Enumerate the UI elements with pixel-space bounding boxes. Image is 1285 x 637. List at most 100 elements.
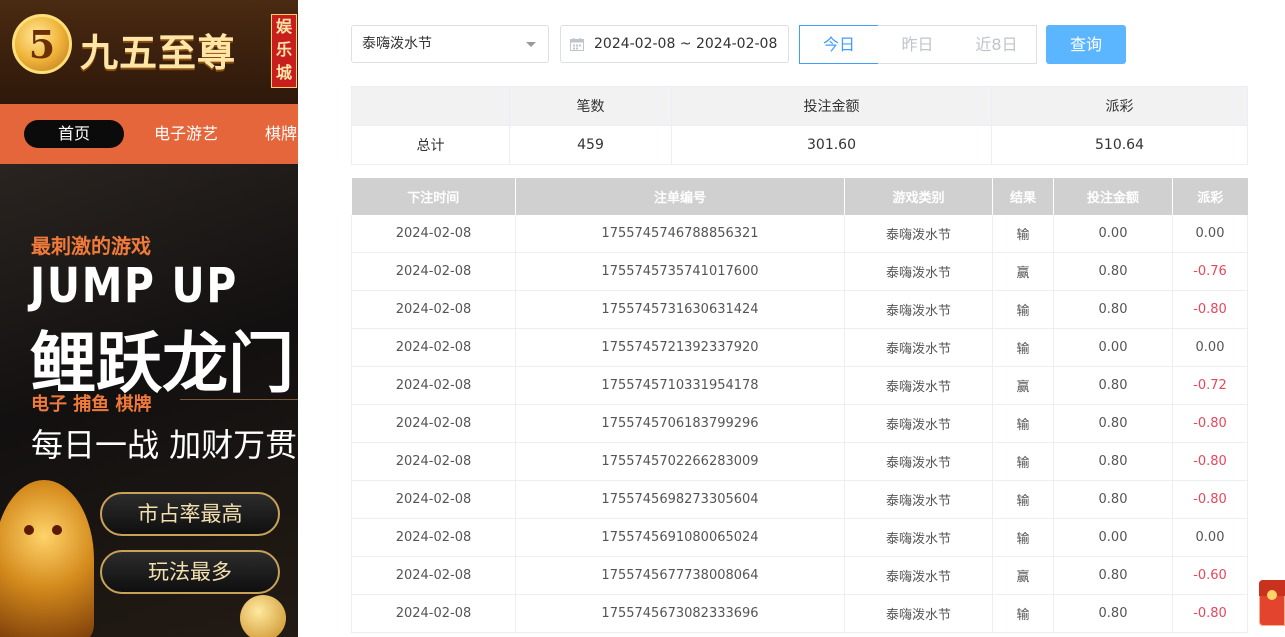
cell-bet-amount: 0.80 xyxy=(1053,480,1173,519)
cell-result: 赢 xyxy=(992,252,1054,291)
last-8-days-button[interactable]: 近8日 xyxy=(957,25,1037,64)
table-row: 2024-02-08 1755745673082333696 泰嗨泼水节输 0.80-… xyxy=(351,594,1248,633)
cell-order-id: 1755745731630631424 xyxy=(515,290,845,329)
game-select[interactable]: 泰嗨泼水节 xyxy=(351,25,549,63)
col-header-bet-time: 下注时间 xyxy=(351,178,516,215)
summary-total-label: 总计 xyxy=(351,125,510,165)
cell-order-id: 1755745691080065024 xyxy=(515,518,845,557)
col-header-result: 结果 xyxy=(992,178,1054,215)
cell-bet-time: 2024-02-08 xyxy=(351,518,516,557)
logo-text: 九五至尊 xyxy=(80,30,237,75)
records-table: 下注时间 注单编号 游戏类别 结果 投注金额 派彩 2024-02-08 1755… xyxy=(351,178,1248,633)
records-body: 2024-02-08 1755745746788856321 泰嗨泼水节输 0.00 0… xyxy=(351,215,1248,633)
cell-order-id: 1755745721392337920 xyxy=(515,328,845,367)
nav-item-slots[interactable]: 电子游艺 xyxy=(154,120,218,148)
cell-bet-amount: 0.00 xyxy=(1053,215,1173,253)
table-row: 2024-02-08 1755745746788856321 泰嗨泼水节输 0.00 0… xyxy=(351,215,1248,253)
cell-bet-time: 2024-02-08 xyxy=(351,366,516,405)
today-button[interactable]: 今日 xyxy=(799,25,879,64)
bet-records-panel: 泰嗨泼水节 2024-02-08 ~ 2024-02-08 今日 昨日 近8日 … xyxy=(298,0,1285,637)
cell-bet-time: 2024-02-08 xyxy=(351,480,516,519)
cell-game-type: 泰嗨泼水节 xyxy=(844,290,993,329)
yesterday-button[interactable]: 昨日 xyxy=(878,25,958,64)
col-header-order-id: 注单编号 xyxy=(515,178,845,215)
background-site: 5 九五至尊 娱乐城 首页 电子游艺 棋牌 最刺激的游戏 JUMP UP 鲤跃龙… xyxy=(0,0,300,637)
cell-order-id: 1755745673082333696 xyxy=(515,594,845,633)
cell-bet-amount: 0.80 xyxy=(1053,442,1173,481)
cell-bet-time: 2024-02-08 xyxy=(351,594,516,633)
cell-game-type: 泰嗨泼水节 xyxy=(844,556,993,595)
summary-total-count: 459 xyxy=(509,125,672,165)
cell-bet-amount: 0.80 xyxy=(1053,252,1173,291)
cell-bet-time: 2024-02-08 xyxy=(351,252,516,291)
promo-jump-text: JUMP UP xyxy=(30,258,238,314)
cell-payout: 0.00 xyxy=(1172,328,1248,367)
promo-divider xyxy=(180,399,300,400)
cell-bet-time: 2024-02-08 xyxy=(351,442,516,481)
cell-game-type: 泰嗨泼水节 xyxy=(844,442,993,481)
cell-payout: -0.80 xyxy=(1172,404,1248,443)
cell-bet-time: 2024-02-08 xyxy=(351,215,516,253)
col-header-bet-amount: 投注金额 xyxy=(1053,178,1173,215)
cell-order-id: 1755745677738008064 xyxy=(515,556,845,595)
cell-game-type: 泰嗨泼水节 xyxy=(844,328,993,367)
cell-payout: -0.80 xyxy=(1172,480,1248,519)
table-row: 2024-02-08 1755745691080065024 泰嗨泼水节输 0.00 0… xyxy=(351,518,1248,557)
site-nav: 首页 电子游艺 棋牌 xyxy=(0,104,300,164)
cell-order-id: 1755745710331954178 xyxy=(515,366,845,405)
cell-payout: -0.80 xyxy=(1172,442,1248,481)
promo-slogan: 每日一战 加财万贯 xyxy=(31,426,298,464)
cell-game-type: 泰嗨泼水节 xyxy=(844,594,993,633)
table-row: 2024-02-08 1755745735741017600 泰嗨泼水节赢 0.80-… xyxy=(351,252,1248,291)
site-header: 5 九五至尊 娱乐城 xyxy=(0,0,300,104)
cell-bet-time: 2024-02-08 xyxy=(351,556,516,595)
cell-bet-amount: 0.80 xyxy=(1053,290,1173,329)
cell-bet-amount: 0.80 xyxy=(1053,594,1173,633)
coin-icon xyxy=(240,595,286,637)
cell-bet-amount: 0.80 xyxy=(1053,556,1173,595)
summary-header-row: 笔数 投注金额 派彩 xyxy=(351,86,1248,126)
cell-bet-time: 2024-02-08 xyxy=(351,404,516,443)
cell-payout: 0.00 xyxy=(1172,518,1248,557)
col-header-payout: 派彩 xyxy=(1172,178,1248,215)
cell-payout: -0.80 xyxy=(1172,594,1248,633)
cell-result: 输 xyxy=(992,215,1054,253)
cell-bet-amount: 0.00 xyxy=(1053,328,1173,367)
table-row: 2024-02-08 1755745731630631424 泰嗨泼水节输 0.80-… xyxy=(351,290,1248,329)
chevron-down-icon xyxy=(526,42,536,47)
cell-order-id: 1755745702266283009 xyxy=(515,442,845,481)
nav-item-cards[interactable]: 棋牌 xyxy=(265,120,297,148)
cell-game-type: 泰嗨泼水节 xyxy=(844,215,993,253)
cell-payout: -0.60 xyxy=(1172,556,1248,595)
red-envelope-icon[interactable] xyxy=(1259,580,1285,626)
cell-result: 输 xyxy=(992,518,1054,557)
cell-bet-amount: 0.80 xyxy=(1053,404,1173,443)
promo-pill-gameplay: 玩法最多 xyxy=(100,550,280,594)
cell-bet-amount: 0.80 xyxy=(1053,366,1173,405)
cell-result: 输 xyxy=(992,480,1054,519)
logo-icon: 5 xyxy=(12,14,72,74)
cell-result: 赢 xyxy=(992,556,1054,595)
cell-result: 输 xyxy=(992,290,1054,329)
summary-header-payout: 派彩 xyxy=(991,86,1248,126)
cell-game-type: 泰嗨泼水节 xyxy=(844,480,993,519)
summary-total-payout: 510.64 xyxy=(991,125,1248,165)
cell-result: 输 xyxy=(992,404,1054,443)
summary-total-row: 总计 459 301.60 510.64 xyxy=(351,125,1248,165)
cell-payout: -0.72 xyxy=(1172,366,1248,405)
date-range-picker[interactable]: 2024-02-08 ~ 2024-02-08 xyxy=(560,25,789,63)
cell-payout: 0.00 xyxy=(1172,215,1248,253)
nav-item-home[interactable]: 首页 xyxy=(24,120,124,148)
cell-bet-time: 2024-02-08 xyxy=(351,290,516,329)
game-select-value: 泰嗨泼水节 xyxy=(362,36,432,52)
cell-game-type: 泰嗨泼水节 xyxy=(844,404,993,443)
summary-header-count: 笔数 xyxy=(509,86,672,126)
cell-payout: -0.80 xyxy=(1172,290,1248,329)
table-row: 2024-02-08 1755745710331954178 泰嗨泼水节赢 0.80-… xyxy=(351,366,1248,405)
cell-order-id: 1755745698273305604 xyxy=(515,480,845,519)
cell-bet-time: 2024-02-08 xyxy=(351,328,516,367)
query-button[interactable]: 查询 xyxy=(1046,25,1126,64)
table-row: 2024-02-08 1755745706183799296 泰嗨泼水节输 0.80-… xyxy=(351,404,1248,443)
table-row: 2024-02-08 1755745677738008064 泰嗨泼水节赢 0.80-… xyxy=(351,556,1248,595)
table-row: 2024-02-08 1755745702266283009 泰嗨泼水节输 0.80-… xyxy=(351,442,1248,481)
